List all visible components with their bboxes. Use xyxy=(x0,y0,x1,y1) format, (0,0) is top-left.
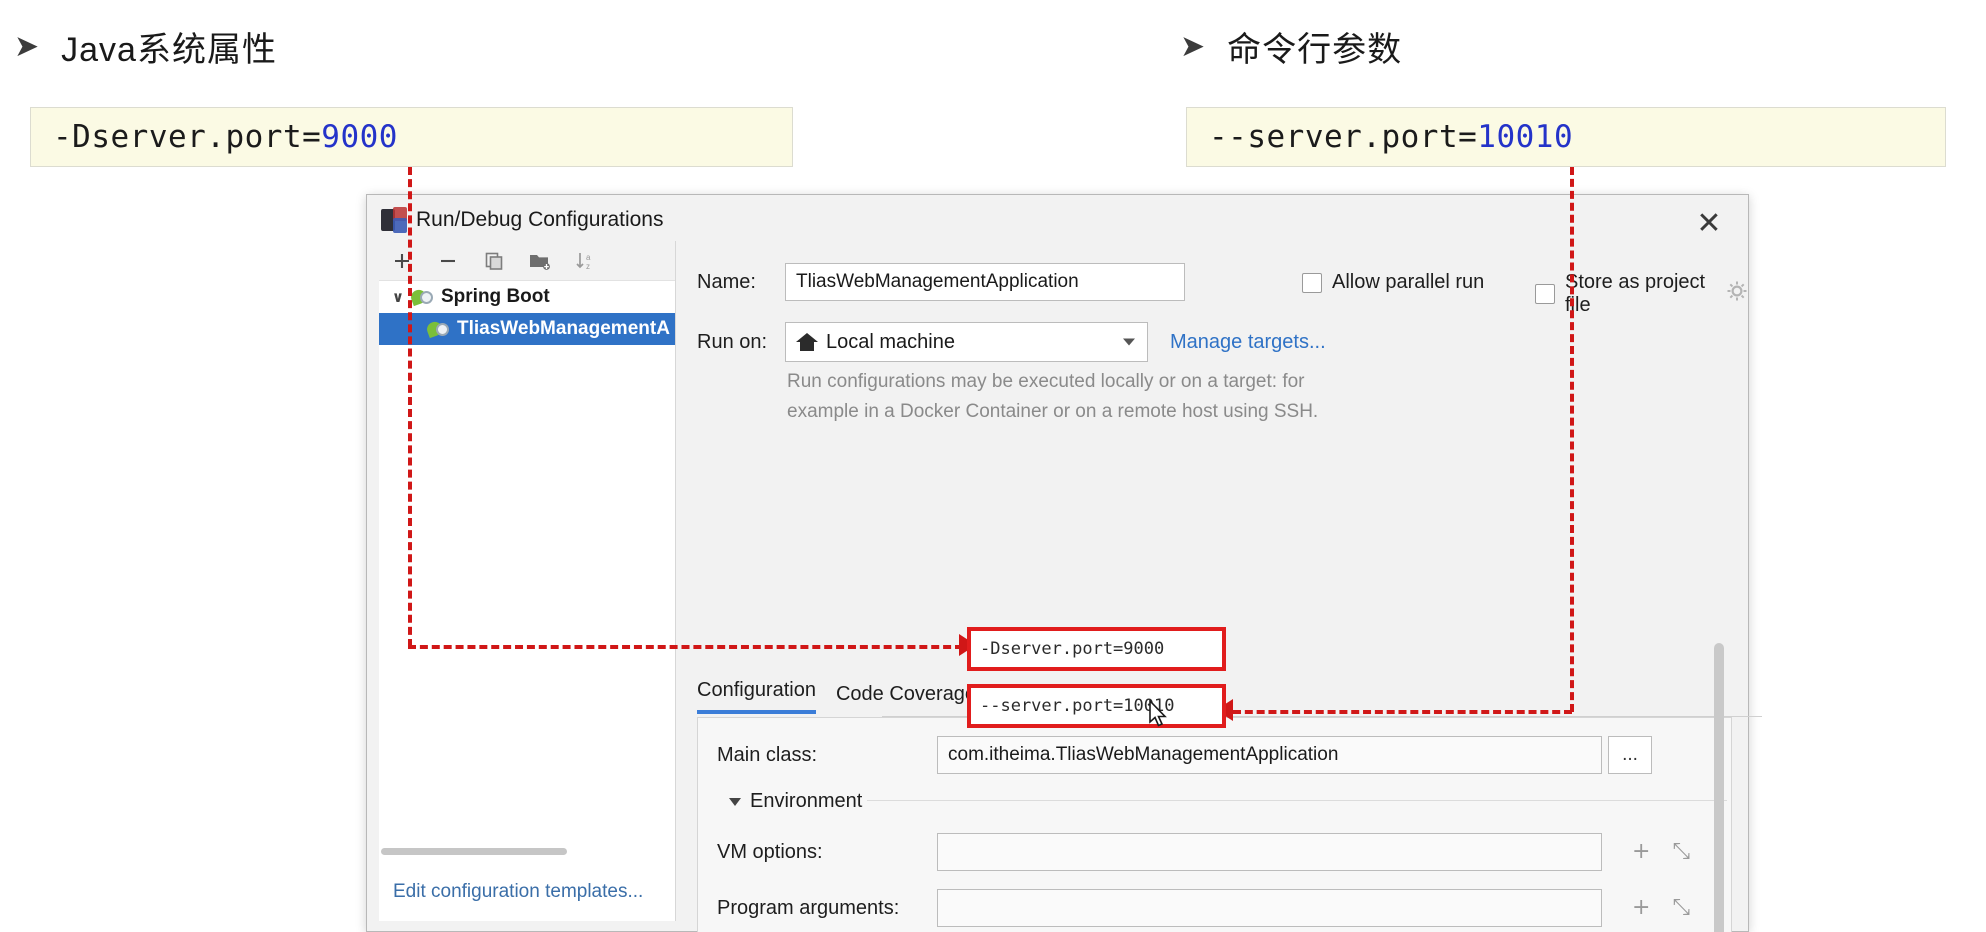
annotation-left-code-prefix: -Dserver.port= xyxy=(53,119,322,155)
annotation-right-code-prefix: --server.port= xyxy=(1209,119,1478,155)
spring-boot-leaf-icon xyxy=(425,319,451,339)
checkbox-box-allow-parallel-run[interactable] xyxy=(1302,272,1322,293)
annotation-right-code-box: --server.port= 10010 xyxy=(1186,107,1946,167)
program-arguments-input[interactable] xyxy=(937,889,1602,927)
vm-options-highlight-value: -Dserver.port=9000 xyxy=(980,639,1165,659)
configuration-form-pane: Name: TliasWebManagementApplication Allo… xyxy=(677,241,1762,932)
svg-text:a: a xyxy=(586,253,591,262)
program-arguments-actions: + ⤡ xyxy=(1632,895,1690,920)
screenshot-root: ➤ Java系统属性 -Dserver.port= 9000 ➤ 命令行参数 --… xyxy=(0,0,1986,932)
name-row: Name: TliasWebManagementApplication xyxy=(697,263,1185,301)
tree-item-label: TliasWebManagementA xyxy=(457,318,670,339)
program-arguments-add-macro-icon[interactable]: + xyxy=(1632,895,1650,920)
run-on-row: Run on: Local machine Manage targets... xyxy=(697,322,1326,362)
dialog-title: Run/Debug Configurations xyxy=(416,208,664,231)
annotation-line-right-vertical xyxy=(1570,167,1574,712)
gear-icon[interactable] xyxy=(1726,280,1748,308)
vm-options-add-macro-icon[interactable]: + xyxy=(1632,839,1650,864)
tab-configuration[interactable]: Configuration xyxy=(697,679,816,714)
main-class-row: Main class: com.itheima.TliasWebManageme… xyxy=(717,736,1652,774)
main-class-browse-button[interactable]: ... xyxy=(1608,736,1652,774)
sort-az-icon[interactable]: a z xyxy=(573,248,599,274)
tree-group-spring-boot[interactable]: ∨ Spring Boot xyxy=(379,281,675,313)
vm-options-highlight-box: -Dserver.port=9000 xyxy=(967,627,1226,671)
triangle-down-icon[interactable] xyxy=(729,797,741,806)
vm-options-row: VM options: xyxy=(717,833,1602,871)
main-class-label: Main class: xyxy=(717,743,818,766)
copy-configuration-icon[interactable] xyxy=(481,248,507,274)
tree-group-label: Spring Boot xyxy=(441,286,550,307)
checkbox-box-store-as-project-file[interactable] xyxy=(1535,284,1555,304)
vm-options-actions: + ⤡ xyxy=(1632,839,1690,864)
run-on-hint: Run configurations may be executed local… xyxy=(787,367,1427,427)
bullet-arrow-icon: ➤ xyxy=(14,28,40,64)
program-arguments-highlight-value: --server.port=10010 xyxy=(980,696,1175,716)
configurations-toolbar: a z xyxy=(379,241,675,281)
configuration-vertical-scrollbar[interactable] xyxy=(1714,643,1724,932)
run-on-value: Local machine xyxy=(826,330,955,353)
run-on-select[interactable]: Local machine xyxy=(785,322,1148,362)
annotation-left-header: ➤ Java系统属性 xyxy=(14,22,277,71)
name-label: Name: xyxy=(697,270,756,293)
mouse-cursor xyxy=(1148,699,1170,730)
tree-item-tlias-web-management-application[interactable]: TliasWebManagementA xyxy=(379,313,675,345)
bullet-arrow-icon-right: ➤ xyxy=(1180,28,1206,64)
remove-configuration-button[interactable] xyxy=(435,248,461,274)
tree-horizontal-scrollbar[interactable] xyxy=(381,848,567,855)
vm-options-expand-icon[interactable]: ⤡ xyxy=(1672,839,1690,864)
annotation-right-header: ➤ 命令行参数 xyxy=(1180,22,1402,71)
main-class-input[interactable]: com.itheima.TliasWebManagementApplicatio… xyxy=(937,736,1602,774)
store-as-project-file-label: Store as project file xyxy=(1565,271,1706,316)
vm-options-input[interactable] xyxy=(937,833,1602,871)
annotation-left-title: Java系统属性 xyxy=(61,31,277,69)
environment-section-divider xyxy=(867,800,1727,801)
configurations-tree-pane: a z ∨ Spring Boot TliasWebManagementA Ed… xyxy=(379,241,676,921)
annotation-left-code-box: -Dserver.port= 9000 xyxy=(30,107,793,167)
environment-section-label: Environment xyxy=(750,790,863,812)
folder-save-icon[interactable] xyxy=(527,248,553,274)
run-on-hint-line-1: Run configurations may be executed local… xyxy=(787,371,1305,392)
chevron-down-icon-run-on[interactable] xyxy=(1123,338,1135,346)
name-input[interactable]: TliasWebManagementApplication xyxy=(785,263,1185,301)
annotation-line-left-horizontal xyxy=(408,645,963,649)
tab-code-coverage[interactable]: Code Coverage xyxy=(836,683,976,714)
program-arguments-expand-icon[interactable]: ⤡ xyxy=(1672,895,1690,920)
home-icon xyxy=(796,332,818,352)
run-on-hint-line-2: example in a Docker Container or on a re… xyxy=(787,401,1319,422)
annotation-right-title: 命令行参数 xyxy=(1227,31,1403,69)
run-debug-configurations-dialog: Run/Debug Configurations ✕ a z ∨ Spring … xyxy=(366,194,1762,932)
store-as-project-file-checkbox[interactable]: Store as project file xyxy=(1535,271,1748,317)
environment-section-toggle[interactable]: Environment xyxy=(729,790,862,813)
edit-configuration-templates-link[interactable]: Edit configuration templates... xyxy=(393,881,643,903)
annotation-line-left-vertical xyxy=(408,167,412,647)
annotation-line-right-horizontal xyxy=(1233,710,1572,714)
allow-parallel-run-label: Allow parallel run xyxy=(1332,271,1485,293)
close-icon[interactable]: ✕ xyxy=(1692,207,1726,241)
chevron-down-icon[interactable]: ∨ xyxy=(387,288,409,306)
manage-targets-link[interactable]: Manage targets... xyxy=(1170,331,1326,354)
configurations-tree: ∨ Spring Boot TliasWebManagementA xyxy=(379,281,675,345)
run-on-label: Run on: xyxy=(697,330,768,353)
vm-options-label: VM options: xyxy=(717,840,823,863)
dialog-titlebar: Run/Debug Configurations xyxy=(367,195,1748,245)
spring-boot-icon xyxy=(409,287,435,307)
allow-parallel-run-checkbox[interactable]: Allow parallel run xyxy=(1302,271,1484,294)
program-arguments-row: Program arguments: xyxy=(717,889,1602,927)
annotation-right-code-value: 10010 xyxy=(1477,119,1574,155)
annotation-left-code-value: 9000 xyxy=(321,119,398,155)
program-arguments-label: Program arguments: xyxy=(717,896,900,919)
program-arguments-highlight-box: --server.port=10010 xyxy=(967,684,1226,728)
svg-text:z: z xyxy=(586,262,590,271)
intellij-idea-icon xyxy=(381,207,407,233)
